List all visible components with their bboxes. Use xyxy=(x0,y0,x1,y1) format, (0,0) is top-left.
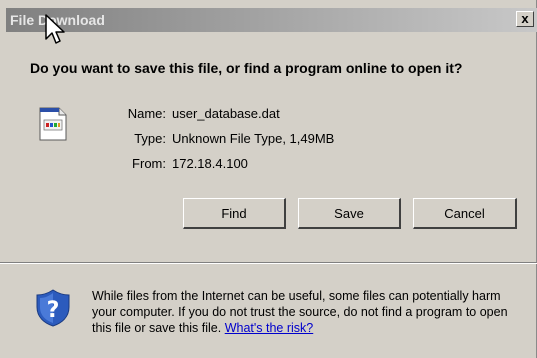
dialog-question: Do you want to save this file, or find a… xyxy=(30,60,463,76)
shield-question-icon: ? xyxy=(36,289,70,327)
file-type-row: Type: Unknown File Type, 1,49MB xyxy=(0,131,537,149)
close-icon: x xyxy=(521,11,529,26)
whats-the-risk-link[interactable]: What's the risk? xyxy=(225,321,314,335)
save-button[interactable]: Save xyxy=(298,198,401,229)
file-type-label: Type: xyxy=(134,131,166,146)
mouse-cursor-icon xyxy=(45,14,65,44)
svg-text:?: ? xyxy=(47,298,60,323)
cancel-button[interactable]: Cancel xyxy=(413,198,517,229)
file-name-value: user_database.dat xyxy=(172,106,280,121)
security-warning: While files from the Internet can be use… xyxy=(92,288,522,336)
file-name-row: Name: user_database.dat xyxy=(0,106,537,124)
title-bar[interactable]: File Download x xyxy=(6,8,537,32)
file-from-label: From: xyxy=(132,156,166,171)
find-button[interactable]: Find xyxy=(183,198,286,229)
file-type-value: Unknown File Type, 1,49MB xyxy=(172,131,335,146)
file-from-row: From: 172.18.4.100 xyxy=(0,156,537,174)
file-from-value: 172.18.4.100 xyxy=(172,156,248,171)
close-button[interactable]: x xyxy=(516,11,534,27)
file-name-label: Name: xyxy=(127,106,166,121)
dialog-separator xyxy=(0,262,537,264)
file-download-dialog: File Download x Do you want to save this… xyxy=(0,0,537,358)
